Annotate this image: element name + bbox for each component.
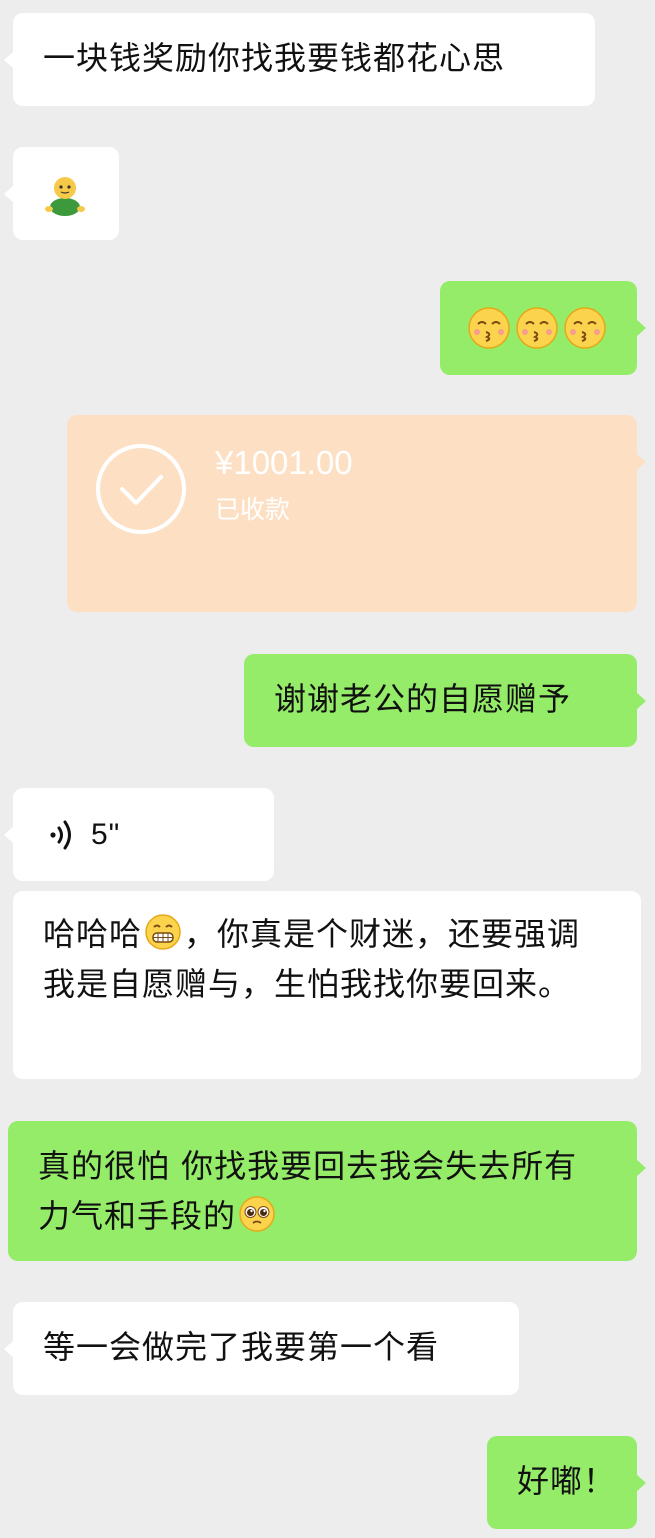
message-text: 好嘟！: [517, 1462, 617, 1500]
transfer-amount: ¥1001.00: [215, 444, 353, 481]
incoming-message-9[interactable]: 等一会做完了我要第一个看: [4, 1302, 519, 1395]
incoming-message-1[interactable]: 一块钱奖励你找我要钱都花心思: [4, 13, 595, 106]
outgoing-message-10[interactable]: 好嘟！: [487, 1436, 646, 1529]
transfer-card[interactable]: ¥1001.00 已收款: [67, 415, 646, 612]
incoming-voice-message[interactable]: 5": [4, 788, 274, 881]
message-text: 真的很怕 你找我要回去我会失去所有力气和手段的: [38, 1141, 609, 1241]
message-text: 等一会做完了我要第一个看: [43, 1328, 440, 1366]
kissing-smiling-eyes-emoji: [468, 307, 510, 349]
message-text: 谢谢老公的自愿赠予: [274, 680, 572, 718]
message-text-part1: 哈哈哈: [43, 915, 143, 953]
voice-duration: 5": [91, 818, 121, 851]
pleading-face-emoji: [239, 1196, 275, 1232]
incoming-message-7[interactable]: 哈哈哈 ，你真是个财迷，还要强调我是自愿赠与，生怕我找你要回来。: [13, 891, 641, 1079]
voice-wave-icon: [50, 820, 71, 850]
message-text: 一块钱奖励你找我要钱都花心思: [43, 39, 506, 77]
grinning-emoji: [145, 914, 181, 950]
outgoing-message-3[interactable]: [440, 281, 646, 375]
kissing-smiling-eyes-emoji: [516, 307, 558, 349]
transfer-status: 已收款: [215, 495, 291, 524]
outgoing-message-5[interactable]: 谢谢老公的自愿赠予: [244, 654, 646, 747]
incoming-message-2[interactable]: [4, 147, 119, 240]
person-sticker-icon: [45, 177, 85, 216]
message-text: 哈哈哈 ，你真是个财迷，还要强调我是自愿赠与，生怕我找你要回来。: [43, 909, 613, 1009]
kissing-smiling-eyes-emoji: [564, 307, 606, 349]
message-text-body: 真的很怕 你找我要回去我会失去所有力气和手段的: [38, 1147, 578, 1235]
check-circle-icon: [96, 444, 186, 534]
outgoing-message-8[interactable]: 真的很怕 你找我要回去我会失去所有力气和手段的: [8, 1121, 646, 1261]
